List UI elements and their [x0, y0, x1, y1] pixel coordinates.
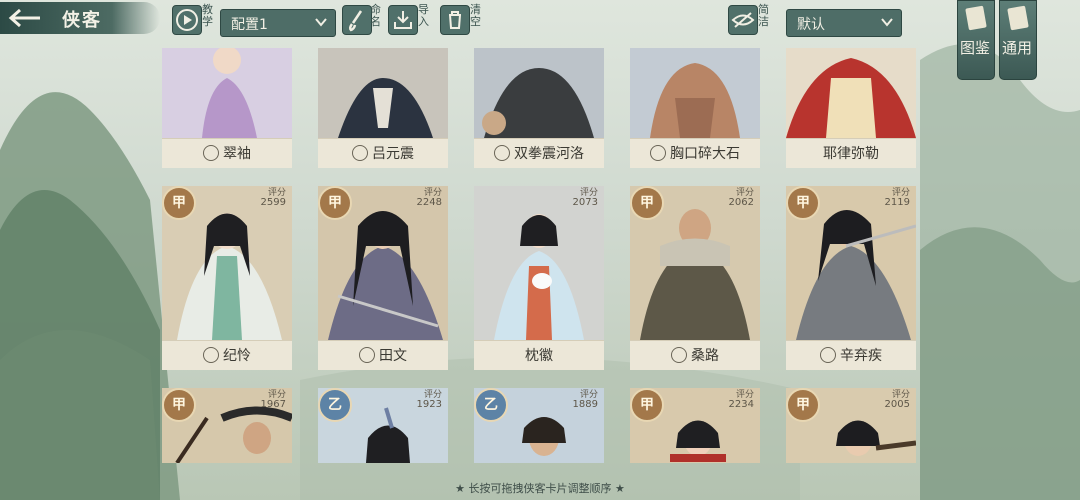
sword-icon: [359, 347, 375, 363]
hero-portrait: [162, 48, 292, 138]
hero-card[interactable]: 甲 评分 2234: [630, 388, 760, 463]
back-arrow-icon: [8, 8, 40, 28]
yin-yang-icon: [203, 347, 219, 363]
score: 评分 1967: [260, 390, 286, 410]
trash-icon: [449, 11, 461, 29]
top-bar: 侠客 教学 配置1 命名 导入 清空 简洁 默认 图鉴 通用: [0, 0, 1080, 80]
hero-name: 田文: [318, 340, 448, 370]
hero-portrait: [474, 48, 604, 138]
import-label: 导入: [418, 3, 429, 28]
hero-portrait: [474, 186, 604, 340]
hero-name: 桑路: [630, 340, 760, 370]
grade-badge: 甲: [162, 388, 196, 422]
import-button[interactable]: [388, 5, 418, 35]
grade-badge: 甲: [786, 388, 820, 422]
grade-badge: 乙: [318, 388, 352, 422]
hero-card[interactable]: 吕元震: [318, 48, 448, 168]
config-select[interactable]: 配置1: [220, 9, 336, 37]
hero-card[interactable]: 乙 评分 1889: [474, 388, 604, 463]
score: 评分 1923: [416, 390, 442, 410]
brush-icon: [348, 10, 363, 32]
atlas-button[interactable]: 图鉴: [957, 0, 995, 80]
eye-icon: [731, 12, 755, 28]
score: 评分 2599: [260, 188, 286, 208]
rename-button[interactable]: [342, 5, 372, 35]
chevron-down-icon: [881, 18, 893, 27]
simple-view-label: 简洁: [758, 3, 769, 28]
hero-card[interactable]: 胸口碎大石: [630, 48, 760, 168]
grade-badge: 甲: [786, 186, 820, 220]
general-button[interactable]: 通用: [999, 0, 1037, 80]
hero-card[interactable]: 甲 评分 1967: [162, 388, 292, 463]
score: 评分 2073: [572, 188, 598, 208]
tutorial-button[interactable]: [172, 5, 202, 35]
drag-hint: ★ 长按可拖拽侠客卡片调整顺序 ★: [455, 482, 625, 495]
score: 评分 2119: [884, 188, 910, 208]
hero-name: 枕徽: [474, 340, 604, 370]
yin-yang-icon: [494, 145, 510, 161]
hero-name: 耶律弥勒: [786, 138, 916, 168]
hero-name: 胸口碎大石: [630, 138, 760, 168]
book-icon: [965, 5, 987, 31]
back-button[interactable]: 侠客: [0, 2, 160, 34]
sword-icon: [820, 347, 836, 363]
sword-icon: [671, 347, 687, 363]
general-label: 通用: [1002, 39, 1033, 57]
hero-portrait: [786, 48, 916, 138]
hero-card[interactable]: 翠袖: [162, 48, 292, 168]
hero-card[interactable]: 乙 评分 1923: [318, 388, 448, 463]
sort-select[interactable]: 默认: [786, 9, 902, 37]
hero-card[interactable]: 甲 评分 2062 桑路: [630, 186, 760, 370]
hero-portrait: [318, 48, 448, 138]
grade-badge: 乙: [474, 388, 508, 422]
hero-card[interactable]: 甲 评分 2599 纪怜: [162, 186, 292, 370]
atlas-label: 图鉴: [960, 39, 991, 57]
hero-name: 吕元震: [318, 138, 448, 168]
sort-value: 默认: [797, 17, 825, 33]
score: 评分 2062: [728, 188, 754, 208]
chevron-down-icon: [315, 18, 327, 27]
hero-portrait: [630, 48, 760, 138]
grade-badge: 甲: [162, 186, 196, 220]
hero-name: 翠袖: [162, 138, 292, 168]
hero-card[interactable]: 双拳震河洛: [474, 48, 604, 168]
config-value: 配置1: [231, 17, 268, 33]
score: 评分 2248: [416, 188, 442, 208]
grade-badge: 甲: [630, 388, 664, 422]
grade-badge: 甲: [318, 186, 352, 220]
hero-card[interactable]: 甲 评分 2119 辛弃疾: [786, 186, 916, 370]
scroll-icon: [1007, 5, 1029, 31]
tutorial-label: 教学: [202, 3, 213, 28]
shield-icon: [352, 145, 368, 161]
score: 评分 2234: [728, 390, 754, 410]
hero-card[interactable]: 甲 评分 2005: [786, 388, 916, 463]
grade-badge: 甲: [630, 186, 664, 220]
rename-label: 命名: [370, 3, 381, 28]
hero-name: 纪怜: [162, 340, 292, 370]
shield-icon: [650, 145, 666, 161]
import-icon: [394, 11, 412, 29]
simple-view-button[interactable]: [728, 5, 758, 35]
hero-name: 双拳震河洛: [474, 138, 604, 168]
faction-icon: [203, 145, 219, 161]
score: 评分 1889: [572, 390, 598, 410]
hero-card[interactable]: 耶律弥勒: [786, 48, 916, 168]
play-icon: [176, 9, 198, 31]
hero-card[interactable]: 评分 2073 枕徽: [474, 186, 604, 370]
page-title: 侠客: [62, 10, 102, 31]
hero-name: 辛弃疾: [786, 340, 916, 370]
hero-card[interactable]: 甲 评分 2248 田文: [318, 186, 448, 370]
score: 评分 2005: [884, 390, 910, 410]
clear-label: 清空: [470, 3, 481, 28]
clear-button[interactable]: [440, 5, 470, 35]
